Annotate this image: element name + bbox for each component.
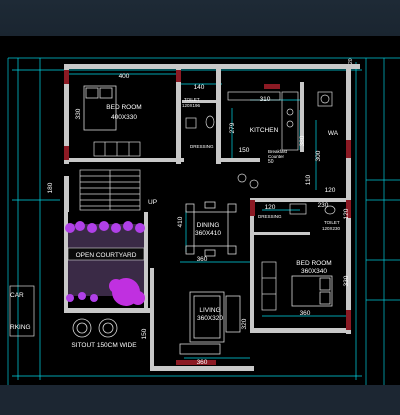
dim-120-side: 120 bbox=[343, 208, 350, 219]
courtyard-name: OPEN COURTYARD bbox=[76, 252, 137, 259]
dim-360-living: 360 bbox=[197, 359, 208, 366]
sofa-set bbox=[179, 291, 241, 355]
dressing-1-name: DRESSING bbox=[190, 144, 214, 149]
car-label-2: RKING bbox=[10, 324, 31, 331]
dim-120-top: 120 bbox=[325, 187, 336, 194]
status-band bbox=[0, 385, 400, 415]
wash-area-fixtures bbox=[317, 91, 333, 107]
sitout-name: SITOUT 150CM WIDE bbox=[71, 342, 137, 349]
dim-180: 180 bbox=[47, 182, 54, 193]
dim-360-dining: 360 bbox=[197, 256, 208, 263]
dim-320: 320 bbox=[241, 318, 248, 329]
breakfast-stools bbox=[237, 173, 259, 189]
dim-150: 150 bbox=[239, 147, 250, 154]
living-name: LIVING bbox=[199, 307, 220, 314]
bedroom-1-name: BED ROOM bbox=[106, 104, 141, 111]
car-label-1: CAR bbox=[10, 292, 24, 299]
sitout-chairs bbox=[72, 318, 118, 338]
kitchen-name: KITCHEN bbox=[250, 127, 279, 134]
dressing-2-name: DRESSING bbox=[258, 214, 282, 219]
dining-name: DINING bbox=[197, 222, 220, 229]
dim-300: 300 bbox=[315, 150, 322, 161]
dim-50: 50 bbox=[268, 159, 274, 165]
dim-110: 110 bbox=[305, 174, 312, 185]
wardrobe-2 bbox=[261, 261, 277, 311]
dim-360-bedroom: 360 bbox=[300, 310, 311, 317]
dim-279: 279 bbox=[229, 122, 236, 133]
dim-140: 140 bbox=[194, 84, 205, 91]
toilet-2-name: TOILET bbox=[324, 220, 340, 225]
dim-380: 380 bbox=[299, 135, 306, 146]
dining-table bbox=[185, 201, 237, 257]
toolbar-band bbox=[0, 0, 400, 36]
dim-330-left: 330 bbox=[75, 108, 82, 119]
dim-20: 20 bbox=[348, 58, 354, 64]
wardrobe-1 bbox=[93, 141, 141, 157]
bedroom-1-size: 400X330 bbox=[111, 114, 137, 121]
living-size: 360X320 bbox=[197, 315, 223, 322]
dim-150-sitout: 150 bbox=[141, 328, 148, 339]
toilet-2-size: 120X230 bbox=[322, 226, 341, 231]
wa-name: WA bbox=[328, 130, 339, 137]
bed-2 bbox=[291, 275, 333, 307]
floor-plan-drawing[interactable]: BED ROOM 400X330 TOILET 120X196 DRESSING… bbox=[0, 36, 400, 385]
dim-400: 400 bbox=[119, 73, 130, 80]
toilet-1-size: 120X196 bbox=[182, 103, 201, 108]
dim-330-right: 330 bbox=[343, 275, 350, 286]
toilet-1-name: TOILET bbox=[184, 97, 200, 102]
toilet-1-fixtures bbox=[185, 115, 215, 129]
dining-size: 360X410 bbox=[195, 230, 221, 237]
bedroom-2-name: BED ROOM bbox=[296, 260, 331, 267]
dim-120-dressing: 120 bbox=[265, 204, 276, 211]
bedroom-2-size: 360X340 bbox=[301, 268, 327, 275]
stair-up-label: UP bbox=[148, 199, 157, 206]
dim-410: 410 bbox=[177, 216, 184, 227]
dim-230: 230 bbox=[318, 202, 329, 209]
dim-310: 310 bbox=[260, 96, 271, 103]
staircase bbox=[79, 169, 141, 211]
